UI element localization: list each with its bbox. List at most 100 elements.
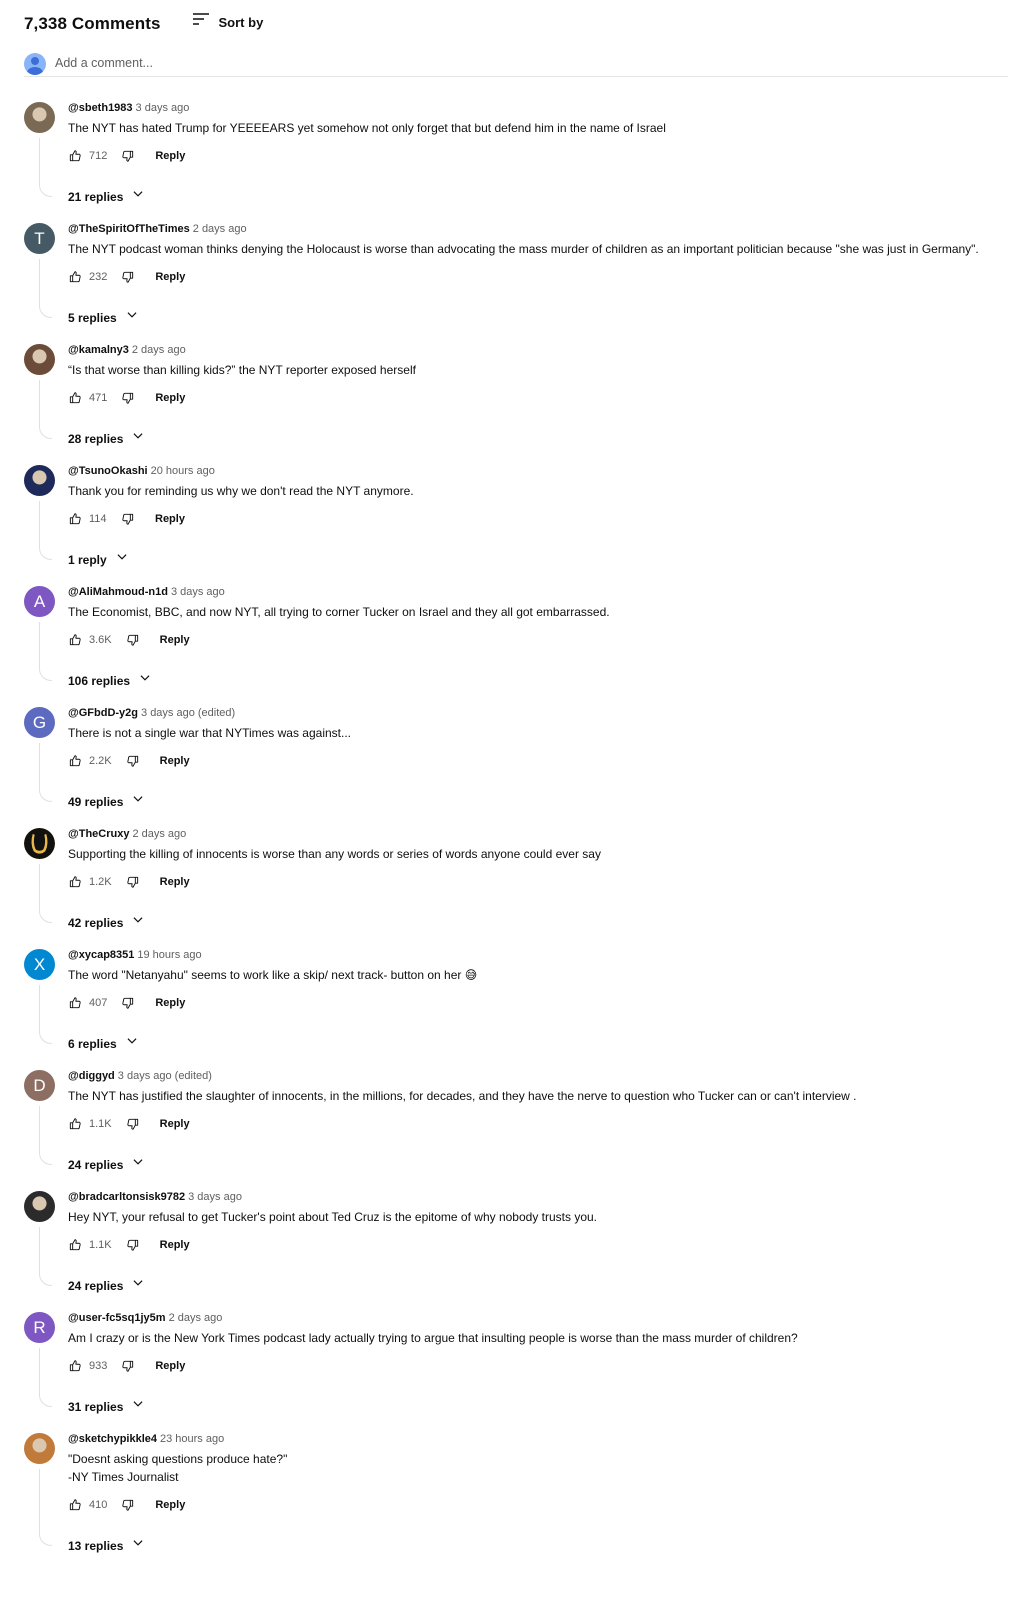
avatar[interactable]: G [24,707,55,738]
comment-author[interactable]: @TheSpiritOfTheTimes [68,223,190,235]
comment-item: @TsunoOkashi 20 hours ago Thank you for re… [24,465,1008,586]
like-button[interactable] [68,1117,82,1131]
like-button[interactable] [68,1359,82,1373]
comment-timestamp[interactable]: 3 days ago [188,1191,242,1203]
comment-timestamp[interactable]: 3 days ago [136,102,190,114]
view-replies-button[interactable]: 6 replies [68,1034,139,1053]
avatar[interactable] [24,1191,55,1222]
view-replies-button[interactable]: 21 replies [68,187,145,206]
avatar[interactable]: A [24,586,55,617]
reply-button[interactable]: Reply [160,634,190,646]
view-replies-button[interactable]: 1 reply [68,550,129,569]
like-count: 1.1K [89,1118,112,1130]
avatar[interactable]: X [24,949,55,980]
add-comment-box[interactable]: Add a comment... [24,53,1008,77]
comment-timestamp[interactable]: 23 hours ago [160,1433,224,1445]
comment-text: Thank you for reminding us why we don't … [68,484,414,498]
reply-button[interactable]: Reply [160,1239,190,1251]
like-button[interactable] [68,270,82,284]
replies-count: 28 replies [68,431,124,446]
view-replies-button[interactable]: 42 replies [68,913,145,932]
add-comment-input[interactable]: Add a comment... [55,56,153,70]
current-user-avatar [24,53,46,75]
dislike-button[interactable] [121,512,135,526]
thumbs-down-icon [122,1360,134,1372]
dislike-button[interactable] [121,996,135,1010]
reply-button[interactable]: Reply [155,997,185,1009]
avatar[interactable] [24,102,55,133]
comment-timestamp[interactable]: 3 days ago (edited) [118,1070,212,1082]
comment-timestamp[interactable]: 3 days ago [171,586,225,598]
reply-button[interactable]: Reply [155,1499,185,1511]
dislike-button[interactable] [121,1498,135,1512]
view-replies-button[interactable]: 49 replies [68,792,145,811]
replies-count: 6 replies [68,1036,117,1051]
reply-button[interactable]: Reply [155,271,185,283]
avatar[interactable] [24,828,55,859]
comment-item: A @AliMahmoud-n1d 3 days ago The Economist,… [24,586,1008,707]
dislike-button[interactable] [126,1238,140,1252]
comment-author[interactable]: @TheCruxy [68,828,129,840]
comment-author[interactable]: @xycap8351 [68,949,134,961]
avatar[interactable]: D [24,1070,55,1101]
like-button[interactable] [68,391,82,405]
comment-timestamp[interactable]: 2 days ago [132,828,186,840]
comment-author[interactable]: @GFbdD-y2g [68,707,138,719]
view-replies-button[interactable]: 24 replies [68,1155,145,1174]
comment-author[interactable]: @sbeth1983 [68,102,133,114]
view-replies-button[interactable]: 13 replies [68,1536,145,1555]
like-button[interactable] [68,1498,82,1512]
avatar[interactable]: R [24,1312,55,1343]
dislike-button[interactable] [126,633,140,647]
comment-timestamp[interactable]: 2 days ago [193,223,247,235]
reply-button[interactable]: Reply [160,1118,190,1130]
thumbs-down-icon [122,392,134,404]
avatar[interactable] [24,344,55,375]
comment-author[interactable]: @kamalny3 [68,344,129,356]
like-button[interactable] [68,996,82,1010]
reply-button[interactable]: Reply [155,150,185,162]
avatar[interactable] [24,465,55,496]
like-button[interactable] [68,512,82,526]
comment-author[interactable]: @sketchypikkle4 [68,1433,157,1445]
dislike-button[interactable] [126,875,140,889]
comment-timestamp[interactable]: 3 days ago (edited) [141,707,235,719]
like-button[interactable] [68,149,82,163]
comment-timestamp[interactable]: 20 hours ago [151,465,215,477]
thread-line [39,138,52,197]
like-button[interactable] [68,754,82,768]
avatar[interactable] [24,1433,55,1464]
view-replies-button[interactable]: 24 replies [68,1276,145,1295]
sort-button[interactable]: Sort by [191,10,263,35]
like-button[interactable] [68,875,82,889]
reply-button[interactable]: Reply [155,392,185,404]
comment-actions: 3.6K Reply [68,632,190,648]
comment-author[interactable]: @diggyd [68,1070,115,1082]
comment-text: The Economist, BBC, and now NYT, all try… [68,605,610,619]
dislike-button[interactable] [121,270,135,284]
dislike-button[interactable] [121,1359,135,1373]
thumbs-down-icon [122,513,134,525]
dislike-button[interactable] [126,1117,140,1131]
view-replies-button[interactable]: 5 replies [68,308,139,327]
dislike-button[interactable] [126,754,140,768]
reply-button[interactable]: Reply [155,1360,185,1372]
comment-author[interactable]: @TsunoOkashi [68,465,148,477]
dislike-button[interactable] [121,391,135,405]
view-replies-button[interactable]: 31 replies [68,1397,145,1416]
reply-button[interactable]: Reply [160,876,190,888]
comment-timestamp[interactable]: 2 days ago [169,1312,223,1324]
comment-timestamp[interactable]: 19 hours ago [137,949,201,961]
comment-author[interactable]: @AliMahmoud-n1d [68,586,168,598]
avatar[interactable]: T [24,223,55,254]
like-button[interactable] [68,633,82,647]
comment-author[interactable]: @bradcarltonsisk9782 [68,1191,185,1203]
reply-button[interactable]: Reply [160,755,190,767]
like-button[interactable] [68,1238,82,1252]
view-replies-button[interactable]: 28 replies [68,429,145,448]
comment-timestamp[interactable]: 2 days ago [132,344,186,356]
dislike-button[interactable] [121,149,135,163]
comment-author[interactable]: @user-fc5sq1jy5m [68,1312,166,1324]
reply-button[interactable]: Reply [155,513,185,525]
view-replies-button[interactable]: 106 replies [68,671,152,690]
